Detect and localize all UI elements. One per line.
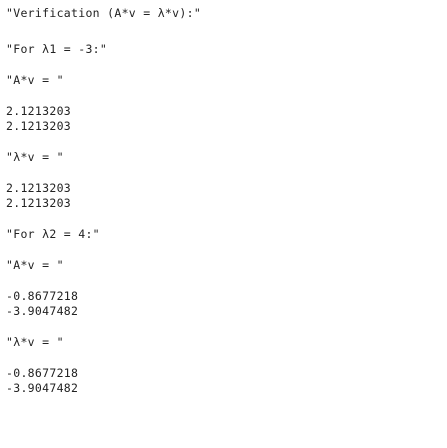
eigen1-av-value-1: 2.1213203: [6, 104, 72, 118]
eigen2-lv-value-1: -0.8677218: [6, 366, 79, 380]
eigen2-lv-label: "λ*v = ": [6, 335, 64, 349]
eigen2-av-value-1: -0.8677218: [6, 289, 79, 303]
eigen2-lv-value-2: -3.9047482: [6, 381, 79, 395]
eigen2-av-label: "A*v = ": [6, 258, 64, 272]
eigenvalue-1-label: "For λ1 = -3:": [6, 42, 108, 56]
eigen1-lv-label: "λ*v = ": [6, 150, 64, 164]
eigen1-lv-value-2: 2.1213203: [6, 196, 72, 210]
eigen2-av-value-2: -3.9047482: [6, 304, 79, 318]
eigen1-av-label: "A*v = ": [6, 73, 64, 87]
eigen1-lv-value-1: 2.1213203: [6, 181, 72, 195]
eigenvalue-2-label: "For λ2 = 4:": [6, 227, 100, 241]
console-output: "Verification (A*v = λ*v):" "For λ1 = -3…: [6, 6, 436, 396]
verification-header: "Verification (A*v = λ*v):": [6, 6, 202, 20]
eigen1-av-value-2: 2.1213203: [6, 119, 72, 133]
